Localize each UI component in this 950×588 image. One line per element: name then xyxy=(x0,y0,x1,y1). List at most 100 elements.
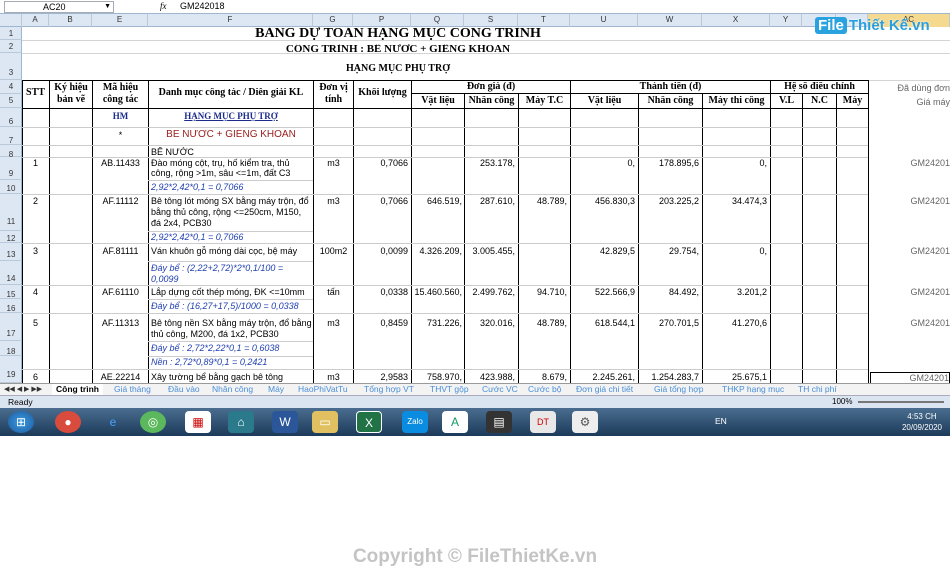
row-header[interactable]: 10 xyxy=(0,180,22,194)
tab-cuoc-vc[interactable]: Cước VC xyxy=(482,384,518,395)
formula-input[interactable]: GM242018 xyxy=(180,1,225,11)
row-header[interactable]: 9 xyxy=(0,157,22,180)
border xyxy=(770,80,771,383)
item-tvl: 0, xyxy=(627,158,635,168)
item-tnc: 178.895,6 xyxy=(658,158,699,168)
row-header[interactable]: 16 xyxy=(0,299,22,313)
column-header[interactable]: B xyxy=(49,14,92,27)
column-header[interactable]: Y xyxy=(770,14,802,27)
item-tm: 0, xyxy=(759,246,767,256)
app-icon[interactable]: ▦ xyxy=(185,411,211,433)
app-icon[interactable]: A xyxy=(442,411,468,433)
header-don-vi: Đơn vị tính xyxy=(319,82,348,105)
item-gm: GM24201 xyxy=(910,287,950,297)
tab-thvt-gop[interactable]: THVT gộp xyxy=(430,384,469,395)
item-desc: Lắp dựng cốt thép móng, ĐK <=10mm xyxy=(151,287,305,297)
item-stt: 1 xyxy=(32,158,38,168)
column-header[interactable]: S xyxy=(464,14,518,27)
name-box-value: AC20 xyxy=(43,2,66,12)
name-box[interactable]: AC20 ▼ xyxy=(4,1,114,13)
select-all-corner[interactable] xyxy=(0,14,22,27)
column-header[interactable]: F xyxy=(148,14,313,27)
chrome-icon[interactable]: ● xyxy=(55,411,81,433)
excel-icon[interactable]: X xyxy=(356,411,382,433)
row-header[interactable]: 5 xyxy=(0,94,22,108)
tab-dau-vao[interactable]: Đầu vào xyxy=(168,384,200,395)
column-header[interactable]: T xyxy=(518,14,570,27)
app-icon[interactable]: ◎ xyxy=(140,411,166,433)
ie-icon[interactable]: e xyxy=(100,411,126,433)
zoom-slider[interactable] xyxy=(858,401,944,403)
row-border xyxy=(148,180,313,181)
tab-nav-arrows[interactable]: ◀◀ ◀ ▶ ▶▶ xyxy=(4,384,42,395)
row-header[interactable]: 19 xyxy=(0,356,22,383)
tab-cuoc-bo[interactable]: Cước bộ xyxy=(528,384,561,395)
row-header[interactable]: 11 xyxy=(0,194,22,231)
column-header[interactable]: P xyxy=(353,14,411,27)
row-header[interactable]: 17 xyxy=(0,313,22,341)
row-header[interactable]: 4 xyxy=(0,80,22,94)
column-header[interactable]: X xyxy=(702,14,770,27)
row-header[interactable]: 2 xyxy=(0,40,22,53)
column-header[interactable]: A xyxy=(22,14,49,27)
item-desc: Xây tường bể bằng gạch bê tông xyxy=(151,372,284,382)
zoom-level[interactable]: 100% xyxy=(832,397,852,406)
row-header[interactable]: 8 xyxy=(0,145,22,159)
tab-th-chi-phi[interactable]: TH chi phí xyxy=(798,384,837,395)
row-header[interactable]: 13 xyxy=(0,243,22,261)
item-vl: 15.460.560, xyxy=(414,287,462,297)
row8-desc: BỂ NƯỚC xyxy=(151,147,194,157)
row-header[interactable]: 1 xyxy=(0,27,22,40)
zalo-icon[interactable]: Zalo xyxy=(402,411,428,433)
item-gm-selected[interactable]: GM24201 xyxy=(870,372,950,383)
row-header[interactable]: 7 xyxy=(0,127,22,145)
header-vat-lieu: Vật liệu xyxy=(421,96,455,106)
row-border xyxy=(22,243,868,244)
header-stt: STT xyxy=(26,88,45,98)
item-vl: 4.326.209, xyxy=(419,246,462,256)
tab-tong-hop-vt[interactable]: Tổng hợp VT xyxy=(364,384,414,395)
chevron-down-icon[interactable]: ▼ xyxy=(104,2,111,12)
header-nc: N.C xyxy=(811,96,828,106)
word-icon[interactable]: W xyxy=(272,411,298,433)
folder-icon[interactable]: ▭ xyxy=(312,411,338,433)
lang-indicator[interactable]: EN xyxy=(715,416,727,426)
row-header[interactable]: 3 xyxy=(0,53,22,80)
tab-gia-thang[interactable]: Giá tháng xyxy=(114,384,151,395)
app-icon[interactable]: ⚙ xyxy=(572,411,598,433)
printer-icon[interactable]: ▤ xyxy=(486,411,512,433)
fx-icon[interactable]: fx xyxy=(160,1,167,11)
system-tray[interactable]: EN xyxy=(715,416,727,426)
row-header[interactable]: 14 xyxy=(0,261,22,285)
column-header[interactable]: E xyxy=(92,14,148,27)
row6-code: HM xyxy=(112,111,129,121)
item-tm: 3.201,2 xyxy=(736,287,767,297)
tab-hao-phi[interactable]: HaoPhiVatTu xyxy=(298,384,348,395)
header-mid-border xyxy=(411,93,868,94)
column-header[interactable]: Q xyxy=(411,14,464,27)
item-kl: 2,9583 xyxy=(380,372,408,382)
app-icon[interactable]: DT xyxy=(530,411,556,433)
row-header[interactable]: 15 xyxy=(0,285,22,299)
column-header[interactable]: U xyxy=(570,14,638,27)
header-danh-muc: Danh mục công tác / Diễn giải KL xyxy=(158,88,304,98)
row-header[interactable]: 18 xyxy=(0,341,22,356)
header-may-tc: Máy T.C xyxy=(525,96,564,106)
tab-thkp[interactable]: THKP hạng mục xyxy=(722,384,784,395)
tab-cong-trinh[interactable]: Công trình xyxy=(52,384,103,395)
item-vl: 758.970, xyxy=(426,372,462,382)
tab-gia-tong-hop[interactable]: Giá tổng hợp xyxy=(654,384,704,395)
column-header[interactable]: G xyxy=(313,14,353,27)
tab-nhan-cong[interactable]: Nhân công xyxy=(212,384,253,395)
item-code: AF.61110 xyxy=(102,287,139,297)
app-icon[interactable]: ⌂ xyxy=(228,411,254,433)
start-icon[interactable]: ⊞ xyxy=(8,411,34,433)
tab-may[interactable]: Máy xyxy=(268,384,284,395)
row-header[interactable]: 6 xyxy=(0,108,22,127)
spreadsheet-grid[interactable]: BẢNG DỰ TOÁN HẠNG MỤC CÔNG TRÌNH CÔNG TR… xyxy=(22,27,950,383)
item-mtc: 94.710, xyxy=(536,287,567,297)
column-header[interactable]: W xyxy=(638,14,702,27)
row-header[interactable]: 12 xyxy=(0,231,22,243)
clock[interactable]: 4:53 CH 20/09/2020 xyxy=(902,411,942,433)
tab-don-gia-chi-tiet[interactable]: Đơn giá chi tiết xyxy=(576,384,633,395)
